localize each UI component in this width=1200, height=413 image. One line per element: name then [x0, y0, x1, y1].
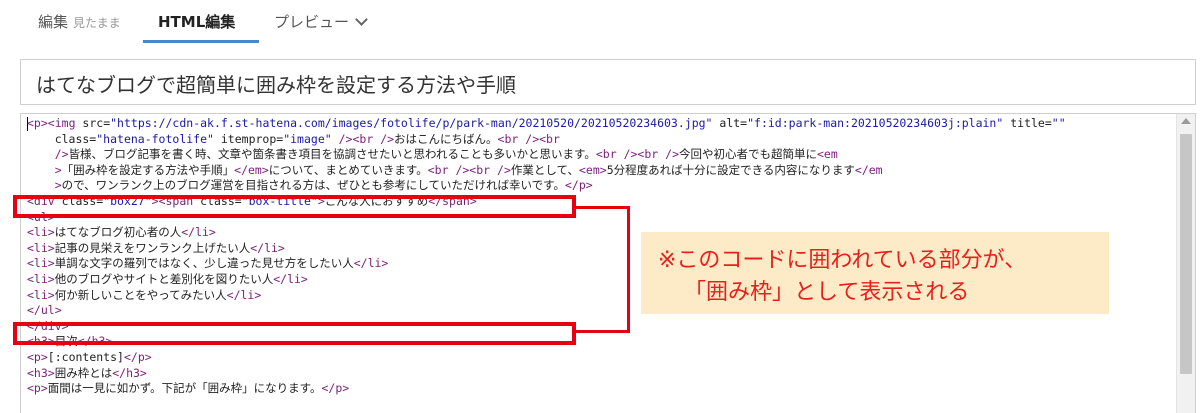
code-line: />皆様、ブログ記事を書く時、文章や箇条書き項目を協調させたいと思われることも多… — [54, 147, 838, 162]
code-line: <li>他のブログやサイトと差別化を図りたい人</li> — [27, 272, 308, 286]
code-line: <h3>囲み枠とは</h3> — [27, 365, 147, 380]
tab-preview[interactable]: プレビュー — [274, 11, 368, 32]
scroll-up-arrow-icon[interactable] — [1181, 118, 1191, 124]
scrollbar-thumb[interactable] — [1180, 134, 1192, 374]
code-line: <li>記事の見栄えをワンランク上げたい人</li> — [27, 240, 285, 255]
highlight-box-div-close — [13, 322, 576, 345]
highlight-box-div-open — [13, 195, 576, 218]
code-line: class="hatena-fotolife" itemprop="image"… — [27, 131, 560, 146]
editor-mode-tabs: 編集 見たまま HTML編集 プレビュー — [0, 0, 1200, 46]
tab-html-edit[interactable]: HTML編集 — [158, 11, 235, 32]
bracket-connector-vertical — [627, 206, 630, 333]
code-line: <li>何か新しいことをやってみたい人</li> — [27, 287, 262, 302]
tab-html-label: HTML編集 — [158, 13, 236, 31]
annotation-line-1: ※このコードに囲われている部分が、 — [658, 248, 1027, 273]
code-line: <p>[:contents]</p> — [27, 350, 152, 364]
code-line: <p>面間は一見に如かず。下記が「囲み枠」になります。</p> — [27, 381, 350, 396]
annotation-callout: ※このコードに囲われている部分が、 「囲み枠」として表示される — [641, 232, 1109, 314]
tab-wysiwyg-edit[interactable]: 編集 見たまま — [38, 11, 121, 32]
code-line: <li>単調な文字の羅列ではなく、少し違った見せ方をしたい人</li> — [27, 256, 389, 271]
code-line: <p><img src="https://cdn-ak.f.st-hatena.… — [27, 116, 1066, 130]
bracket-connector-bottom — [576, 330, 629, 333]
tab-wysiwyg-sublabel: 見たまま — [73, 16, 121, 30]
title-input[interactable]: はてなブログで超簡単に囲み枠を設定する方法や手順 — [20, 59, 1196, 105]
bracket-connector-top — [576, 206, 629, 209]
annotation-line-2: 「囲み枠」として表示される — [684, 280, 970, 305]
code-line: >「囲み枠を設定する方法や手順」</em>について、まとめていきます。<br /… — [54, 162, 883, 177]
vertical-scrollbar[interactable] — [1176, 114, 1195, 413]
code-line: >ので、ワンランク上のブログ運営を目指される方は、ぜひとも参考にしていただければ… — [54, 178, 593, 193]
title-input-value: はてなブログで超簡単に囲み枠を設定する方法や手順 — [36, 73, 516, 97]
tab-preview-label: プレビュー — [274, 13, 350, 31]
tab-wysiwyg-label: 編集 — [38, 13, 69, 31]
code-line: </ul> — [27, 303, 62, 318]
active-tab-indicator — [143, 40, 259, 43]
chevron-down-icon — [355, 13, 368, 26]
code-line: <li>はてなブログ初心者の人</li> — [27, 225, 216, 240]
